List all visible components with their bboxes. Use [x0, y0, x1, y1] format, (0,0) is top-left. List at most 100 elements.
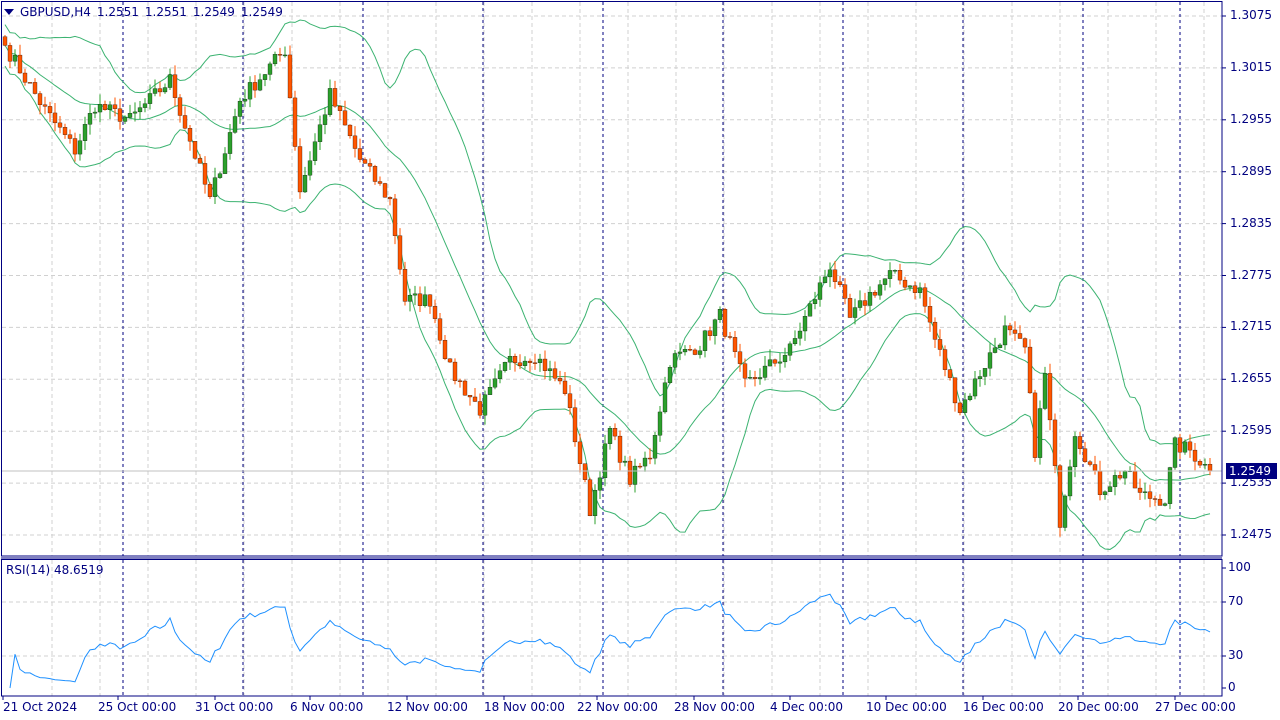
bull-candle: [817, 282, 823, 300]
bear-candle: [692, 349, 698, 355]
bear-candle: [452, 361, 458, 381]
bear-candle: [287, 54, 293, 99]
bear-candle: [22, 72, 28, 83]
time-tick-label: 6 Nov 00:00: [290, 700, 364, 714]
bull-candle: [302, 175, 308, 193]
bull-candle: [797, 330, 803, 339]
bull-candle: [987, 352, 993, 369]
bear-candle: [1032, 392, 1038, 458]
bear-candle: [517, 362, 523, 366]
bull-candle: [502, 361, 508, 371]
price-tick-label: 1.3015: [1230, 59, 1272, 74]
bull-candle: [1002, 325, 1008, 346]
bear-candle: [612, 428, 618, 437]
bull-candle: [247, 82, 253, 100]
bull-candle: [672, 353, 678, 368]
bear-candle: [457, 380, 463, 382]
bull-candle: [982, 368, 988, 377]
bull-candle: [877, 284, 883, 296]
bull-candle: [1042, 373, 1048, 409]
bull-candle: [147, 93, 153, 104]
bear-candle: [727, 336, 733, 338]
bull-candle: [1202, 464, 1208, 466]
bull-candle: [712, 319, 718, 336]
bear-candle: [187, 128, 193, 142]
bull-candle: [1167, 467, 1173, 504]
bear-candle: [342, 110, 348, 126]
bull-candle: [212, 177, 218, 197]
bear-candle: [1177, 437, 1183, 453]
bear-candle: [617, 435, 623, 463]
bear-candle: [47, 106, 53, 114]
bear-candle: [687, 349, 693, 351]
time-tick-label: 16 Dec 00:00: [963, 700, 1044, 714]
bull-candle: [152, 88, 158, 94]
bull-candle: [762, 365, 768, 378]
bear-candle: [462, 380, 468, 396]
price-chart[interactable]: [0, 0, 1280, 720]
bull-candle: [162, 87, 168, 93]
bear-candle: [1052, 419, 1058, 466]
bull-candle: [767, 359, 773, 367]
bull-candle: [652, 435, 658, 459]
bear-candle: [27, 82, 33, 84]
bear-candle: [957, 402, 963, 413]
bull-candle: [962, 399, 968, 413]
bear-candle: [432, 306, 438, 319]
bear-candle: [192, 141, 198, 159]
bear-candle: [17, 54, 23, 74]
bear-candle: [942, 349, 948, 370]
bear-candle: [417, 293, 423, 306]
bull-candle: [782, 355, 788, 363]
rsi-level-label: 100: [1228, 560, 1251, 574]
high-price: 1.2551: [144, 5, 187, 19]
bull-candle: [792, 338, 798, 345]
bear-candle: [932, 321, 938, 340]
bear-candle: [7, 45, 13, 62]
rsi-level-label: 0: [1228, 680, 1236, 694]
bull-candle: [487, 387, 493, 395]
bull-candle: [667, 367, 673, 383]
bear-candle: [57, 122, 63, 128]
bear-candle: [352, 135, 358, 149]
bull-candle: [312, 141, 318, 161]
bear-candle: [627, 460, 633, 485]
bear-candle: [72, 138, 78, 155]
rsi-level-label: 30: [1228, 648, 1244, 662]
bear-candle: [1057, 465, 1063, 528]
bull-candle: [1162, 503, 1168, 506]
bull-candle: [1182, 441, 1188, 453]
bear-candle: [872, 292, 878, 296]
chart-title: GBPUSD,H4 1.2551 1.2551 1.2549 1.2549: [4, 5, 283, 19]
bull-candle: [127, 113, 133, 118]
bear-candle: [587, 479, 593, 517]
low-price: 1.2549: [192, 5, 235, 19]
dropdown-triangle-icon[interactable]: [4, 9, 14, 15]
bull-candle: [482, 394, 488, 416]
bull-candle: [1062, 495, 1068, 528]
bear-candle: [922, 287, 928, 307]
bull-candle: [507, 356, 513, 363]
bull-candle: [747, 377, 753, 379]
bear-candle: [707, 330, 713, 336]
bull-candle: [607, 428, 613, 444]
bear-candle: [837, 281, 843, 285]
bear-candle: [387, 197, 393, 200]
bear-candle: [842, 284, 848, 299]
bear-candle: [1022, 338, 1028, 348]
bear-candle: [637, 465, 643, 468]
bull-candle: [807, 303, 813, 317]
bear-candle: [902, 279, 908, 288]
bear-candle: [1117, 475, 1123, 479]
bear-candle: [397, 235, 403, 270]
bear-candle: [1012, 329, 1018, 334]
time-tick-label: 27 Dec 00:00: [1155, 700, 1236, 714]
bear-candle: [1197, 461, 1203, 466]
bear-candle: [737, 351, 743, 364]
bull-candle: [642, 457, 648, 467]
bull-candle: [257, 79, 263, 91]
bull-candle: [857, 300, 863, 308]
bull-candle: [812, 299, 818, 304]
bull-candle: [547, 368, 553, 371]
bull-candle: [142, 103, 148, 108]
